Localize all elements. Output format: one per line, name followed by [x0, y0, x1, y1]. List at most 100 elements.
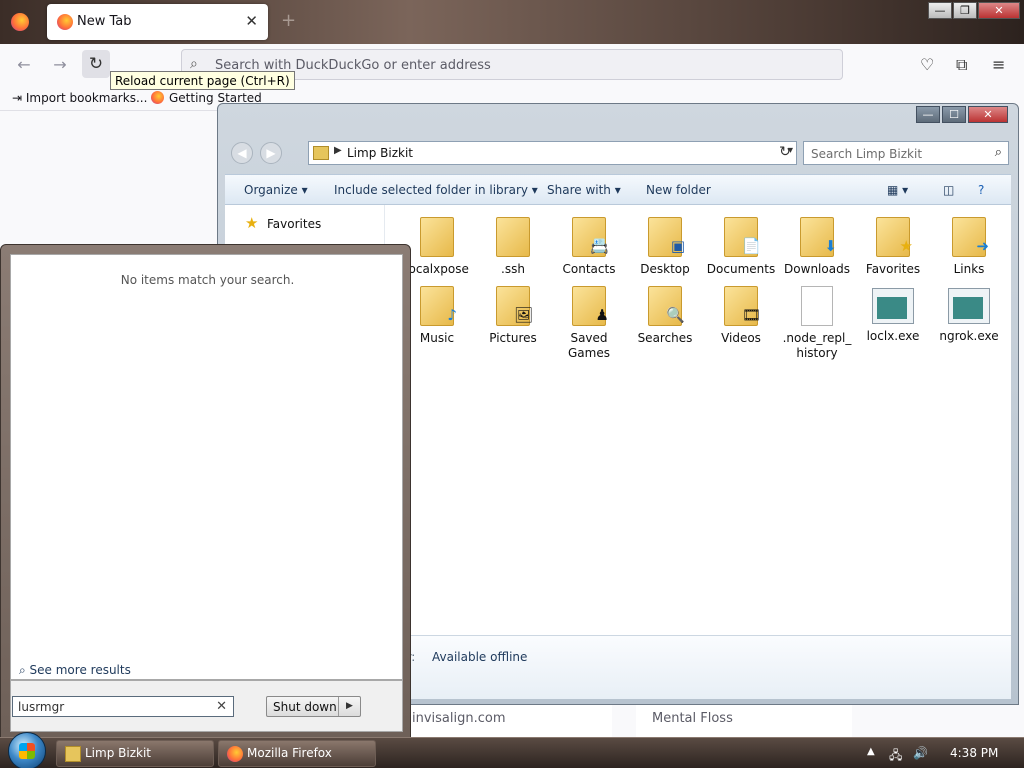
file-item[interactable]: ⬇ Downloads — [779, 217, 855, 277]
bookmark-label: Import bookmarks... — [25, 91, 148, 105]
file-label: Videos — [721, 331, 761, 345]
cmd-label: Share with — [547, 183, 611, 197]
view-options-icon[interactable]: ▦ ▾ — [887, 183, 908, 197]
see-more-results-link[interactable]: ⌕ See more results — [19, 663, 131, 678]
shutdown-button[interactable]: Shut down ▶ — [266, 696, 361, 717]
file-item[interactable]: 🖼 Pictures — [475, 286, 551, 346]
file-label: .ssh — [501, 262, 525, 276]
import-icon: ⇥ — [12, 91, 26, 105]
close-tab-icon[interactable]: ✕ — [245, 12, 258, 30]
preview-pane-icon[interactable]: ◫ — [943, 183, 954, 197]
taskbar-explorer[interactable]: Limp Bizkit — [56, 740, 214, 767]
file-item[interactable]: 🔍 Searches — [627, 286, 703, 346]
folder-icon — [496, 217, 530, 257]
extensions-icon[interactable]: ⧉ — [956, 55, 967, 75]
searches-folder-icon: 🔍 — [648, 286, 685, 326]
file-item[interactable]: .node_repl_history — [779, 286, 855, 361]
downloads-folder-icon: ⬇ — [800, 217, 837, 257]
pocket-card[interactable]: Mental Floss — [636, 705, 852, 740]
search-input[interactable]: Search Limp Bizkit ⌕ — [803, 141, 1009, 165]
minimize-button[interactable]: — — [928, 2, 952, 19]
file-label: Desktop — [640, 262, 690, 276]
tab-new-tab[interactable]: New Tab ✕ — [47, 4, 268, 40]
address-bar[interactable]: ▶ Limp Bizkit ▾ — [308, 141, 797, 165]
pocket-icon[interactable]: ♡ — [920, 55, 934, 74]
back-arrow-icon[interactable]: ◀ — [231, 142, 253, 164]
desktop-folder-icon: ▣ — [648, 217, 685, 257]
new-folder-button[interactable]: New folder — [646, 183, 711, 197]
task-label: Mozilla Firefox — [247, 746, 332, 760]
file-item[interactable]: ➜ Links — [931, 217, 1007, 277]
include-in-library-button[interactable]: Include selected folder in library ▾ — [334, 183, 538, 197]
clear-search-icon[interactable]: ✕ — [216, 699, 227, 714]
file-item[interactable]: loclx.exe — [855, 286, 931, 344]
file-item[interactable]: ngrok.exe — [931, 286, 1007, 344]
new-tab-button[interactable]: + — [281, 10, 296, 31]
videos-folder-icon: 🎞 — [724, 286, 761, 326]
file-item[interactable]: ★ Favorites — [855, 217, 931, 277]
chevron-right-icon: ▶ — [334, 145, 342, 156]
folder-icon — [313, 146, 329, 160]
close-window-button[interactable]: ✕ — [968, 106, 1008, 123]
file-label: loclx.exe — [866, 329, 920, 343]
file-label: Saved Games — [568, 331, 610, 360]
file-label: Downloads — [784, 262, 850, 276]
exe-icon — [948, 288, 990, 324]
clock[interactable]: 4:38 PM — [950, 746, 998, 760]
share-with-button[interactable]: Share with ▾ — [547, 183, 621, 197]
file-item[interactable]: 📄 Documents — [703, 217, 779, 277]
help-icon[interactable]: ? — [978, 183, 984, 197]
taskbar-firefox[interactable]: Mozilla Firefox — [218, 740, 376, 767]
folder-icon — [420, 217, 454, 257]
chevron-right-icon[interactable]: ▶ — [338, 697, 360, 716]
hamburger-menu-icon[interactable]: ≡ — [992, 55, 1005, 74]
firefox-icon — [227, 746, 243, 762]
reload-icon[interactable]: ↻ — [82, 50, 110, 78]
close-window-button[interactable]: ✕ — [978, 2, 1020, 19]
volume-icon[interactable]: 🔊 — [913, 746, 928, 760]
file-label: Pictures — [489, 331, 537, 345]
firefox-favicon-icon — [151, 91, 164, 104]
music-folder-icon: ♪ — [420, 286, 457, 326]
links-folder-icon: ➜ — [952, 217, 989, 257]
start-menu: No items match your search. ⌕ See more r… — [0, 244, 411, 740]
file-label: ngrok.exe — [939, 329, 999, 343]
file-item[interactable]: .ssh — [475, 217, 551, 277]
search-value: lusrmgr — [18, 700, 65, 714]
file-label: localxpose — [405, 262, 469, 276]
card-source: Mental Floss — [652, 711, 733, 726]
forward-arrow-icon[interactable]: → — [47, 53, 73, 77]
documents-folder-icon: 📄 — [724, 217, 761, 257]
start-search-input[interactable]: lusrmgr ✕ — [12, 696, 234, 717]
firefox-menu-icon[interactable] — [11, 13, 29, 31]
see-more-label: See more results — [29, 663, 131, 677]
file-item[interactable]: ♟ Saved Games — [551, 286, 627, 361]
favorites-folder-icon: ★ — [876, 217, 913, 257]
taskbar: Limp Bizkit Mozilla Firefox ▲ 🖧 🔊 4:38 P… — [0, 732, 1024, 768]
refresh-icon[interactable]: ↻ — [773, 141, 797, 165]
organize-button[interactable]: Organize ▾ — [244, 183, 308, 197]
details-value: Available offline — [432, 650, 528, 664]
start-button[interactable] — [8, 732, 46, 768]
saved-games-folder-icon: ♟ — [572, 286, 609, 326]
back-arrow-icon[interactable]: ← — [11, 53, 37, 77]
pocket-card[interactable]: invisalign.com — [396, 705, 612, 740]
forward-arrow-icon[interactable]: ▶ — [260, 142, 282, 164]
search-results-panel: No items match your search. ⌕ See more r… — [10, 254, 403, 680]
file-item[interactable]: ▣ Desktop — [627, 217, 703, 277]
nav-favorites[interactable]: Favorites — [267, 217, 321, 231]
minimize-button[interactable]: — — [916, 106, 940, 123]
cmd-label: Organize — [244, 183, 298, 197]
file-item[interactable]: 🎞 Videos — [703, 286, 779, 346]
file-item[interactable]: 📇 Contacts — [551, 217, 627, 277]
maximize-button[interactable]: ❐ — [953, 2, 977, 19]
maximize-button[interactable]: ☐ — [942, 106, 966, 123]
show-hidden-icons[interactable]: ▲ — [867, 746, 875, 757]
breadcrumb[interactable]: Limp Bizkit — [347, 146, 413, 160]
firefox-tab-strip: New Tab ✕ + — ❐ ✕ — [0, 0, 1024, 44]
network-icon[interactable]: 🖧 — [889, 746, 902, 767]
shutdown-label: Shut down — [273, 700, 337, 714]
exe-icon — [872, 288, 914, 324]
pictures-folder-icon: 🖼 — [496, 286, 533, 326]
bookmark-import[interactable]: ⇥ Import bookmarks... — [12, 91, 147, 105]
